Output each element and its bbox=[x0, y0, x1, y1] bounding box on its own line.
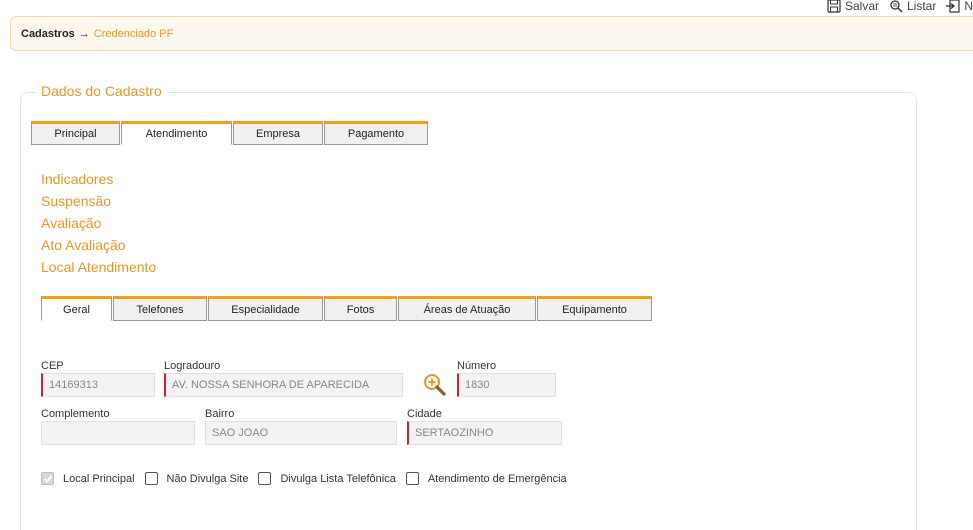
link-avaliacao[interactable]: Avaliação bbox=[41, 214, 156, 236]
novo-button[interactable]: N bbox=[946, 0, 973, 13]
new-record-icon bbox=[946, 0, 960, 13]
tab-fotos[interactable]: Fotos bbox=[324, 296, 397, 321]
numero-input[interactable]: 1830 bbox=[457, 373, 556, 397]
link-ato-avaliacao[interactable]: Ato Avaliação bbox=[41, 236, 156, 258]
tab-principal[interactable]: Principal bbox=[31, 121, 120, 145]
atendimento-emergencia-checkbox[interactable] bbox=[405, 472, 419, 485]
nao-divulga-site-option: Não Divulga Site bbox=[144, 472, 249, 485]
cep-search-button[interactable] bbox=[422, 372, 448, 398]
logradouro-label: Logradouro bbox=[164, 360, 221, 372]
listar-label: Listar bbox=[906, 0, 937, 13]
salvar-button[interactable]: Salvar bbox=[827, 0, 879, 13]
tab-telefones[interactable]: Telefones bbox=[113, 296, 207, 321]
nao-divulga-site-label: Não Divulga Site bbox=[166, 472, 249, 485]
zoom-in-icon bbox=[424, 374, 446, 396]
breadcrumb-current: Credenciado PF bbox=[93, 27, 174, 40]
toolbar: Salvar Listar N bbox=[827, 0, 973, 14]
inner-tabs: Geral Telefones Especialidade Fotos Área… bbox=[41, 296, 652, 321]
divulga-lista-checkbox[interactable] bbox=[258, 472, 272, 485]
tab-areas-atuacao[interactable]: Áreas de Atuação bbox=[398, 296, 536, 321]
nao-divulga-site-checkbox[interactable] bbox=[144, 472, 158, 485]
sub-links: Indicadores Suspensão Avaliação Ato Aval… bbox=[41, 170, 156, 280]
breadcrumb-root[interactable]: Cadastros bbox=[21, 28, 75, 40]
bairro-input[interactable]: SAO JOAO bbox=[205, 421, 397, 445]
link-local-atendimento[interactable]: Local Atendimento bbox=[41, 258, 156, 280]
cidade-label: Cidade bbox=[407, 408, 442, 420]
divulga-lista-label: Divulga Lista Telefônica bbox=[280, 472, 396, 485]
check-icon bbox=[43, 474, 52, 483]
local-principal-label: Local Principal bbox=[63, 472, 135, 485]
local-principal-option: Local Principal bbox=[41, 472, 135, 485]
top-tabs: Principal Atendimento Empresa Pagamento bbox=[31, 121, 428, 145]
tab-equipamento[interactable]: Equipamento bbox=[537, 296, 652, 321]
listar-button[interactable]: Listar bbox=[889, 0, 936, 13]
cep-label: CEP bbox=[41, 360, 64, 372]
atendimento-emergencia-label: Atendimento de Emergência bbox=[427, 472, 567, 485]
link-indicadores[interactable]: Indicadores bbox=[41, 170, 156, 192]
breadcrumb: Cadastros → Credenciado PF bbox=[10, 16, 973, 51]
atendimento-emergencia-option: Atendimento de Emergência bbox=[405, 472, 567, 485]
complemento-label: Complemento bbox=[41, 408, 110, 420]
local-principal-checkbox[interactable] bbox=[41, 472, 54, 485]
salvar-label: Salvar bbox=[844, 0, 879, 13]
cidade-input[interactable]: SERTAOZINHO bbox=[407, 421, 562, 445]
save-icon bbox=[827, 0, 841, 13]
link-suspensao[interactable]: Suspensão bbox=[41, 192, 156, 214]
tab-atendimento[interactable]: Atendimento bbox=[121, 121, 232, 145]
numero-label: Número bbox=[457, 360, 497, 372]
logradouro-input[interactable]: AV. NOSSA SENHORA DE APARECIDA bbox=[164, 373, 403, 397]
section-legend: Dados do Cadastro bbox=[35, 83, 168, 99]
tab-especialidade[interactable]: Especialidade bbox=[208, 296, 323, 321]
novo-label: N bbox=[964, 0, 973, 13]
breadcrumb-arrow: → bbox=[78, 27, 90, 40]
options-checkboxes: Local Principal Não Divulga Site Divulga… bbox=[41, 472, 577, 485]
list-search-icon bbox=[890, 0, 903, 13]
divulga-lista-option: Divulga Lista Telefônica bbox=[258, 472, 396, 485]
complemento-input[interactable] bbox=[41, 421, 195, 445]
tab-empresa[interactable]: Empresa bbox=[233, 121, 323, 145]
bairro-label: Bairro bbox=[205, 408, 235, 420]
tab-pagamento[interactable]: Pagamento bbox=[324, 121, 428, 145]
cep-input[interactable]: 14169313 bbox=[41, 373, 155, 397]
tab-geral[interactable]: Geral bbox=[41, 296, 112, 321]
